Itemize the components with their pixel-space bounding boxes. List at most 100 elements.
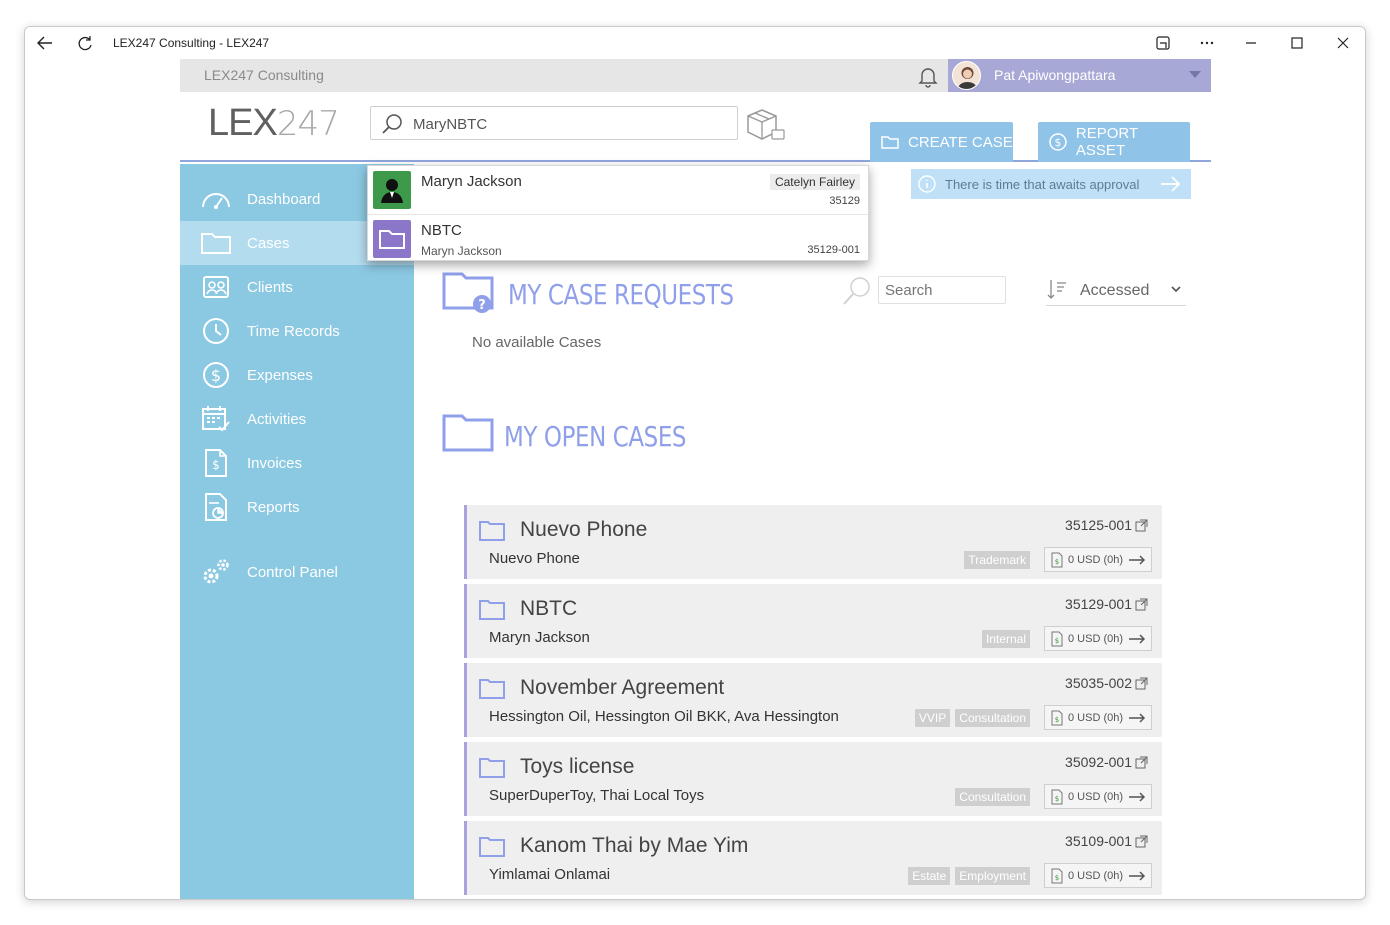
case-card[interactable]: Toys license SuperDuperToy, Thai Local T… [464, 742, 1162, 816]
sidebar-item-expenses[interactable]: $ Expenses [180, 353, 414, 397]
svg-text:$: $ [1054, 136, 1061, 149]
case-subtitle: Maryn Jackson [489, 629, 590, 646]
window-title: LEX247 Consulting - LEX247 [113, 36, 270, 50]
sidebar-item-label: Clients [247, 278, 293, 296]
case-title: Toys license [520, 755, 635, 778]
no-cases-text: No available Cases [472, 334, 602, 351]
case-title: November Agreement [520, 676, 725, 699]
case-tags: Estate Employment [908, 867, 1030, 885]
external-link-icon [1135, 835, 1148, 847]
folder-icon [479, 521, 505, 541]
dashboard-icon [202, 193, 230, 209]
back-arrow-icon[interactable] [35, 33, 55, 53]
folder-icon [373, 220, 411, 258]
sidebar-item-activities[interactable]: Activities [180, 397, 414, 441]
user-menu[interactable]: Pat Apiwongpattara [948, 59, 1211, 92]
case-subtitle: Yimlamai Onlamai [489, 866, 611, 883]
result-tag: Catelyn Fairley [769, 174, 860, 190]
calendar-icon [202, 406, 230, 432]
case-number[interactable]: 35092-001 [1065, 754, 1148, 770]
case-tags: Consultation [955, 788, 1030, 806]
case-subtitle: Hessington Oil, Hessington Oil BKK, Ava … [489, 708, 839, 725]
case-tags: Trademark [964, 551, 1030, 569]
sidebar-item-label: Control Panel [247, 563, 338, 581]
external-link-icon [1135, 598, 1148, 610]
folder-icon [479, 837, 505, 857]
person-icon [373, 171, 411, 209]
close-icon[interactable] [1333, 33, 1353, 53]
sidebar-item-label: Activities [247, 410, 307, 428]
chevron-down-icon[interactable] [1189, 71, 1201, 78]
case-tag: Trademark [964, 551, 1030, 569]
case-card[interactable]: NBTC Maryn Jackson 35129-001 Internal $ … [464, 584, 1162, 658]
global-search[interactable] [370, 106, 738, 140]
invoice-icon: $ [1051, 552, 1063, 567]
svg-text:$: $ [211, 366, 221, 385]
case-tag: Estate [908, 867, 951, 885]
search-input[interactable] [413, 113, 713, 135]
org-name: LEX247 Consulting [204, 67, 324, 83]
arrow-right-icon [1129, 791, 1146, 802]
billing-button[interactable]: $ 0 USD (0h) [1044, 863, 1152, 888]
sidebar-item-label: Dashboard [247, 190, 321, 208]
billing-button[interactable]: $ 0 USD (0h) [1044, 547, 1152, 572]
dollar-icon: $ [203, 362, 229, 388]
search-result-item[interactable]: Maryn Jackson Catelyn Fairley 35129 [368, 166, 868, 213]
lex247-app: LEX247 Consulting Pat Apiwongpattara LEX… [180, 59, 1211, 899]
cast-icon[interactable] [1153, 33, 1173, 53]
case-number[interactable]: 35035-002 [1065, 675, 1148, 691]
svg-text:$: $ [1055, 637, 1059, 645]
case-number[interactable]: 35109-001 [1065, 833, 1148, 849]
billing-button[interactable]: $ 0 USD (0h) [1044, 784, 1152, 809]
case-card[interactable]: November Agreement Hessington Oil, Hessi… [464, 663, 1162, 737]
archive-box-icon[interactable] [742, 106, 786, 142]
case-tags: VVIP Consultation [914, 709, 1030, 727]
sidebar-item-time-records[interactable]: Time Records [180, 309, 414, 353]
case-tag: VVIP [914, 709, 951, 727]
sort-select[interactable]: Accessed [1046, 276, 1186, 306]
sidebar-item-label: Invoices [247, 454, 303, 472]
case-number[interactable]: 35129-001 [1065, 596, 1148, 612]
requests-search[interactable] [840, 274, 1006, 305]
logo-text: LEX [208, 102, 278, 144]
billing-text: 0 USD (0h) [1068, 869, 1124, 882]
case-card[interactable]: Nuevo Phone Nuevo Phone 35125-001 Tradem… [464, 505, 1162, 579]
logo-number: 247 [276, 104, 340, 144]
case-tag: Internal [981, 630, 1030, 648]
case-number-text: 35035-002 [1065, 675, 1132, 691]
external-link-icon [1135, 756, 1148, 768]
title-bar: LEX247 Consulting - LEX247 [25, 27, 1365, 59]
sidebar-item-control-panel[interactable]: Control Panel [180, 550, 414, 594]
sidebar-item-reports[interactable]: Reports [180, 485, 414, 529]
case-card[interactable]: Kanom Thai by Mae Yim Yimlamai Onlamai 3… [464, 821, 1162, 895]
result-number: 35129-001 [807, 244, 860, 256]
reload-icon[interactable] [75, 33, 95, 53]
sidebar: Dashboard Cases Clients Time Records $ E… [180, 164, 414, 899]
billing-button[interactable]: $ 0 USD (0h) [1044, 626, 1152, 651]
case-title: NBTC [520, 597, 578, 620]
logo[interactable]: LEX247 [208, 102, 340, 145]
create-case-button[interactable]: CREATE CASE [870, 122, 1013, 162]
maximize-icon[interactable] [1287, 33, 1307, 53]
open-cases-heading: MY OPEN CASES [504, 420, 687, 453]
chevron-down-icon [1171, 286, 1181, 293]
requests-search-input[interactable] [878, 276, 1006, 304]
billing-text: 0 USD (0h) [1068, 790, 1124, 803]
search-icon [382, 114, 402, 134]
more-options-icon[interactable] [1197, 33, 1217, 53]
bell-icon[interactable] [915, 63, 941, 89]
arrow-right-icon [1129, 554, 1146, 565]
case-number[interactable]: 35125-001 [1065, 517, 1148, 533]
top-bar: LEX247 Consulting Pat Apiwongpattara [180, 59, 1211, 92]
report-icon [205, 493, 227, 521]
billing-button[interactable]: $ 0 USD (0h) [1044, 705, 1152, 730]
billing-text: 0 USD (0h) [1068, 553, 1124, 566]
minimize-icon[interactable] [1241, 33, 1261, 53]
sort-label: Accessed [1080, 282, 1150, 299]
sidebar-item-invoices[interactable]: $ Invoices [180, 441, 414, 485]
search-result-item[interactable]: NBTC Maryn Jackson 35129-001 [368, 214, 868, 261]
user-name: Pat Apiwongpattara [994, 67, 1116, 83]
report-asset-button[interactable]: $ REPORT ASSET [1038, 122, 1190, 162]
sidebar-item-clients[interactable]: Clients [180, 265, 414, 309]
result-title: Maryn Jackson [421, 173, 522, 190]
